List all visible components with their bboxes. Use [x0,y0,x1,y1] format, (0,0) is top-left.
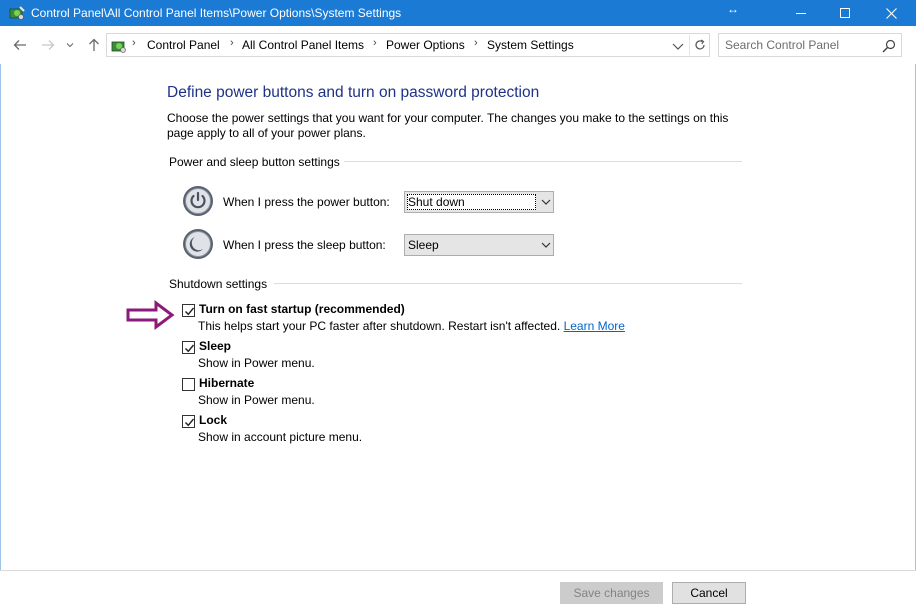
group-divider [344,161,742,162]
fast-startup-label[interactable]: Turn on fast startup (recommended) [199,302,405,316]
checkmark-icon [185,344,195,353]
control-panel-icon [9,6,25,20]
sleep-icon [183,229,213,259]
forward-button[interactable] [38,35,58,55]
hibernate-option-label[interactable]: Hibernate [199,376,254,390]
breadcrumb-separator[interactable]: › [230,37,234,49]
footer-bar: Save changes Cancel [0,571,916,610]
breadcrumb-separator: › [132,37,136,49]
close-icon [885,7,897,19]
hibernate-option-description: Show in Power menu. [198,393,315,407]
learn-more-link[interactable]: Learn More [564,319,625,333]
search-box[interactable] [718,33,902,57]
fast-startup-checkbox[interactable] [182,304,195,317]
up-button[interactable] [84,35,104,55]
fast-startup-description-text: This helps start your PC faster after sh… [198,319,561,333]
power-button-label: When I press the power button: [223,195,390,209]
save-changes-button[interactable]: Save changes [560,582,663,604]
lock-option-description: Show in account picture menu. [198,430,363,444]
main-content: Define power buttons and turn on passwor… [0,64,916,570]
hibernate-checkbox[interactable] [182,378,195,391]
back-button[interactable] [10,35,30,55]
lock-checkbox[interactable] [182,415,195,428]
maximize-icon [840,8,850,18]
maximize-button[interactable] [822,0,868,26]
breadcrumb-system-settings[interactable]: System Settings [487,38,574,52]
sleep-checkbox[interactable] [182,341,195,354]
refresh-button[interactable] [689,35,709,55]
power-button-value: Shut down [408,195,465,209]
chevron-down-icon [66,43,74,48]
shutdown-group-title: Shutdown settings [169,277,268,291]
search-input[interactable] [725,37,875,53]
title-bar: Control Panel\All Control Panel Items\Po… [0,0,916,26]
up-arrow-icon [89,38,99,51]
power-button-select[interactable]: Shut down [404,191,554,213]
page-title: Define power buttons and turn on passwor… [167,84,540,101]
control-panel-location-icon [111,41,126,53]
breadcrumb-power-options[interactable]: Power Options [386,38,465,52]
breadcrumb-separator[interactable]: › [373,37,377,49]
power-icon [183,186,213,216]
address-dropdown-icon[interactable] [670,38,686,54]
search-icon[interactable] [881,38,897,54]
back-arrow-icon [13,40,26,50]
breadcrumb-separator[interactable]: › [474,37,478,49]
minimize-button[interactable] [778,0,824,26]
chevron-down-icon [541,199,551,205]
sleep-button-value: Sleep [408,238,439,252]
chevron-down-icon [541,242,551,248]
cancel-button[interactable]: Cancel [672,582,746,604]
checkmark-icon [185,307,195,316]
power-sleep-group-title: Power and sleep button settings [169,155,340,169]
lock-option-label[interactable]: Lock [199,413,227,427]
sleep-button-select[interactable]: Sleep [404,234,554,256]
window-title: Control Panel\All Control Panel Items\Po… [31,6,402,20]
refresh-icon [694,39,705,50]
resize-cursor-icon: ↔ [727,2,739,16]
sleep-option-description: Show in Power menu. [198,356,315,370]
recent-locations-button[interactable] [63,35,77,55]
fast-startup-description: This helps start your PC faster after sh… [198,319,625,333]
checkmark-icon [185,418,195,427]
close-button[interactable] [868,0,914,26]
address-bar[interactable]: › Control Panel › All Control Panel Item… [106,33,710,57]
breadcrumb-all-items[interactable]: All Control Panel Items [242,38,364,52]
breadcrumb-control-panel[interactable]: Control Panel [147,38,220,52]
annotation-arrow-icon [126,300,175,330]
page-description: Choose the power settings that you want … [167,111,729,140]
group-divider [274,283,742,284]
sleep-option-label[interactable]: Sleep [199,339,231,353]
forward-arrow-icon [42,40,55,50]
sleep-button-label: When I press the sleep button: [223,238,386,252]
minimize-icon [796,13,806,14]
